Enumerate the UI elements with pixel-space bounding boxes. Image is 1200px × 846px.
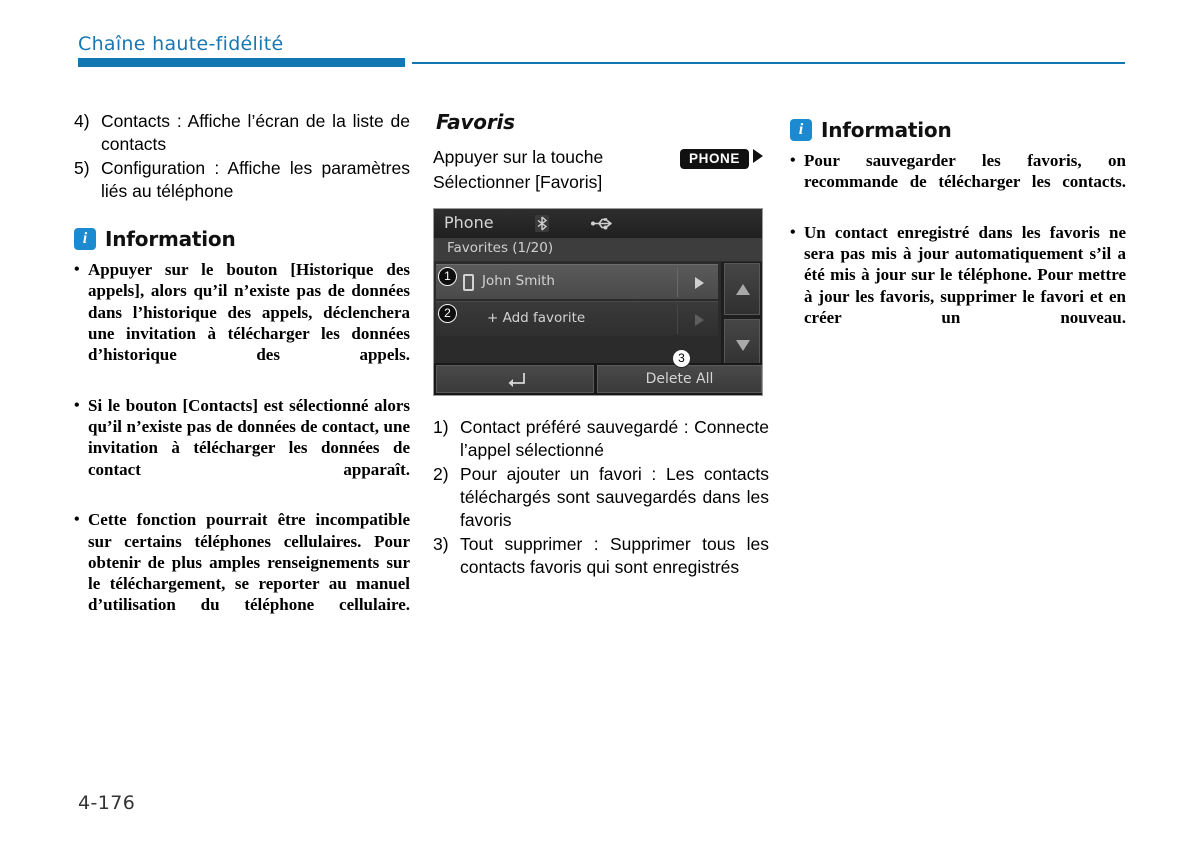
instruction-prefix: Appuyer sur la touche bbox=[433, 147, 604, 167]
list-item: • Appuyer sur le bouton [Historique des … bbox=[74, 259, 410, 387]
information-heading: i Information bbox=[74, 227, 410, 251]
delete-all-button[interactable]: Delete All bbox=[597, 365, 762, 393]
list-text: Configuration : Affiche les paramètres l… bbox=[101, 158, 410, 201]
callout-3: 3 bbox=[672, 349, 691, 368]
device-screenshot: Phone Favorites (1/20) 1 2 3 John Smith … bbox=[433, 208, 763, 396]
bullet-icon: • bbox=[74, 396, 80, 414]
list-item: 2) Pour ajouter un favori : Les contacts… bbox=[433, 463, 769, 532]
device-title: Phone bbox=[444, 213, 494, 232]
middle-numbered-list: 1) Contact préféré sauvegardé : Connecte… bbox=[433, 416, 769, 579]
information-title: Information bbox=[105, 227, 236, 251]
callout-1: 1 bbox=[438, 267, 457, 286]
left-numbered-list: 4) Contacts : Affiche l’écran de la list… bbox=[74, 110, 410, 203]
list-item: • Cette fonction pourrait être incompati… bbox=[74, 509, 410, 637]
instruction-block: Appuyer sur la touche PHONE Sélectionner… bbox=[433, 145, 763, 194]
bullet-text: Cette fonction pourrait être incompatibl… bbox=[88, 510, 410, 615]
device-titlebar: Phone bbox=[434, 209, 762, 238]
device-subtitle: Favorites (1/20) bbox=[447, 240, 554, 256]
bullet-icon: • bbox=[74, 261, 80, 278]
list-marker: 1) bbox=[433, 417, 449, 437]
list-item: 1) Contact préféré sauvegardé : Connecte… bbox=[433, 416, 769, 462]
row-divider bbox=[677, 305, 678, 334]
list-marker: 2) bbox=[433, 464, 449, 484]
scroll-up-button[interactable] bbox=[724, 263, 760, 315]
list-item: • Pour sauvegarder les favoris, on recom… bbox=[790, 150, 1126, 214]
header-rule-thick bbox=[78, 58, 405, 67]
right-info-bullets: • Pour sauvegarder les favoris, on recom… bbox=[790, 150, 1126, 350]
left-column: 4) Contacts : Affiche l’écran de la list… bbox=[74, 110, 410, 645]
return-arrow-icon bbox=[505, 371, 527, 389]
usb-icon bbox=[591, 216, 613, 231]
list-item: 3) Tout supprimer : Supprimer tous les c… bbox=[433, 533, 769, 579]
favorite-row-john-smith[interactable]: John Smith bbox=[436, 264, 718, 299]
info-icon: i bbox=[790, 119, 812, 141]
back-button[interactable] bbox=[436, 365, 594, 393]
list-text: Pour ajouter un favori : Les contacts té… bbox=[460, 464, 769, 530]
list-marker: 3) bbox=[433, 534, 449, 554]
list-item: 4) Contacts : Affiche l’écran de la list… bbox=[74, 110, 410, 156]
section-title-favoris: Favoris bbox=[436, 110, 515, 134]
left-info-bullets: • Appuyer sur le bouton [Historique des … bbox=[74, 259, 410, 637]
bluetooth-icon bbox=[535, 215, 549, 232]
page-number: 4-176 bbox=[78, 792, 136, 814]
page-header: Chaîne haute-fidélité bbox=[0, 0, 1200, 70]
instruction-line-1: Appuyer sur la touche PHONE bbox=[433, 145, 763, 169]
triangle-right-icon[interactable] bbox=[695, 277, 704, 289]
information-heading: i Information bbox=[790, 118, 1126, 142]
device-bottom-bar: Delete All bbox=[434, 363, 762, 395]
list-text: Contact préféré sauvegardé : Connecte l’… bbox=[460, 417, 769, 460]
bullet-icon: • bbox=[790, 152, 796, 169]
triangle-right-icon[interactable] bbox=[695, 314, 704, 326]
favorite-row-add-favorite[interactable]: + Add favorite bbox=[436, 301, 718, 336]
page-title: Chaîne haute-fidélité bbox=[78, 33, 284, 55]
phone-key-chip: PHONE bbox=[679, 149, 749, 169]
list-text: Contacts : Affiche l’écran de la liste d… bbox=[101, 111, 410, 154]
bullet-text: Un contact enregistré dans les favoris n… bbox=[804, 222, 1126, 328]
list-marker: 4) bbox=[74, 111, 90, 131]
bullet-text: Si le bouton [Contacts] est sélectionné … bbox=[88, 395, 410, 479]
favorite-row-label: John Smith bbox=[482, 273, 555, 289]
info-icon: i bbox=[74, 228, 96, 250]
list-item: • Si le bouton [Contacts] est sélectionn… bbox=[74, 395, 410, 501]
triangle-down-icon bbox=[736, 340, 750, 351]
instruction-key-and-arrow: PHONE bbox=[679, 145, 763, 169]
list-text: Tout supprimer : Supprimer tous les cont… bbox=[460, 534, 769, 577]
triangle-up-icon bbox=[736, 284, 750, 295]
device-subtitle-bar: Favorites (1/20) bbox=[434, 238, 762, 261]
bullet-icon: • bbox=[74, 511, 80, 529]
favorite-row-label: + Add favorite bbox=[487, 310, 586, 326]
triangle-right-icon bbox=[753, 149, 763, 163]
right-column: i Information • Pour sauvegarder les fav… bbox=[790, 118, 1126, 358]
information-title: Information bbox=[821, 118, 952, 142]
header-rule-thin bbox=[412, 62, 1125, 64]
delete-all-label: Delete All bbox=[645, 371, 714, 387]
bullet-text: Pour sauvegarder les favoris, on recomma… bbox=[804, 151, 1126, 192]
bullet-text: Appuyer sur le bouton [Historique des ap… bbox=[88, 260, 410, 365]
bullet-icon: • bbox=[790, 223, 796, 241]
scrollbar[interactable] bbox=[721, 262, 762, 373]
instruction-line-2: Sélectionner [Favoris] bbox=[433, 172, 603, 192]
list-item: • Un contact enregistré dans les favoris… bbox=[790, 222, 1126, 350]
list-marker: 5) bbox=[74, 158, 90, 178]
middle-column: Favoris Appuyer sur la touche PHONE Séle… bbox=[433, 110, 769, 580]
list-item: 5) Configuration : Affiche les paramètre… bbox=[74, 157, 410, 203]
callout-2: 2 bbox=[438, 304, 457, 323]
mobile-phone-icon bbox=[463, 274, 474, 291]
row-divider bbox=[677, 268, 678, 297]
